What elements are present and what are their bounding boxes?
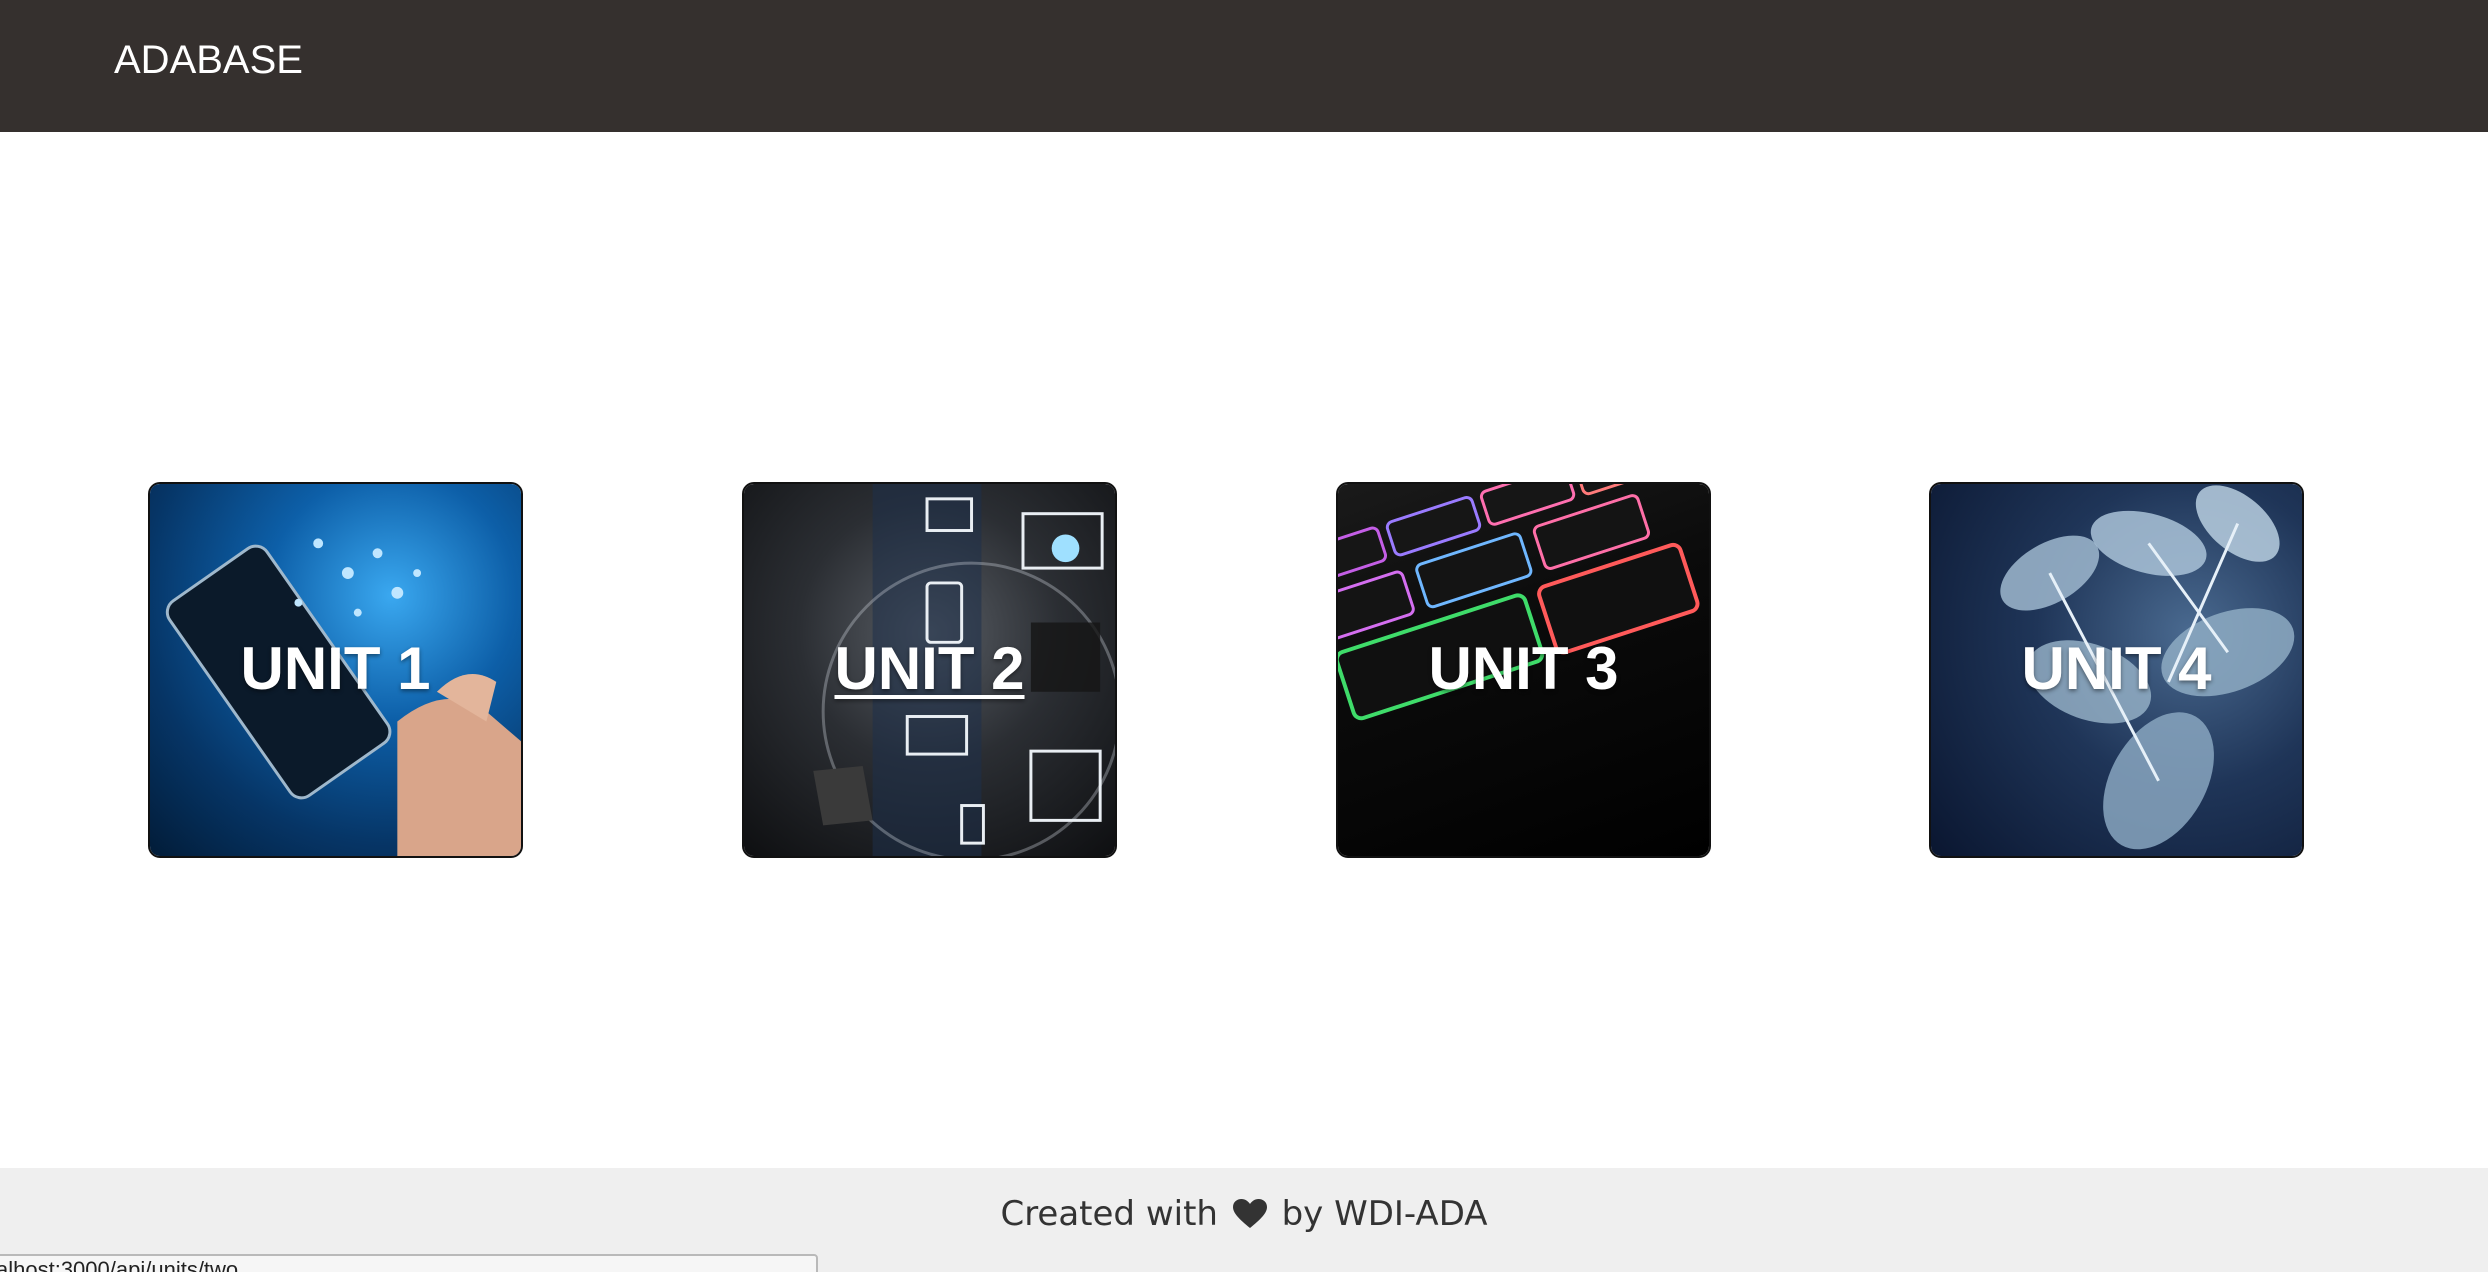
unit-4-label: UNIT 4 [2021, 635, 2212, 702]
unit-2-label: UNIT 2 [834, 635, 1025, 702]
unit-3-label: UNIT 3 [1428, 635, 1619, 702]
browser-status-bar: alhost:3000/api/units/two [0, 1254, 818, 1272]
unit-1-label: UNIT 1 [240, 635, 431, 702]
footer-prefix: Created with [1000, 1194, 1218, 1234]
top-navbar: ADABASE [0, 0, 2488, 132]
unit-3-card[interactable]: UNIT 3 [1336, 482, 1711, 858]
footer-suffix: by WDI-ADA [1281, 1194, 1488, 1234]
unit-4-card[interactable]: UNIT 4 [1929, 482, 2304, 858]
footer-credit: Created with by WDI-ADA [0, 1192, 2488, 1240]
unit-2-card[interactable]: UNIT 2 [742, 482, 1117, 858]
heart-icon [1232, 1196, 1267, 1240]
brand-link[interactable]: ADABASE [114, 34, 303, 86]
status-url: alhost:3000/api/units/two [0, 1257, 239, 1272]
unit-1-card[interactable]: UNIT 1 [148, 482, 523, 858]
